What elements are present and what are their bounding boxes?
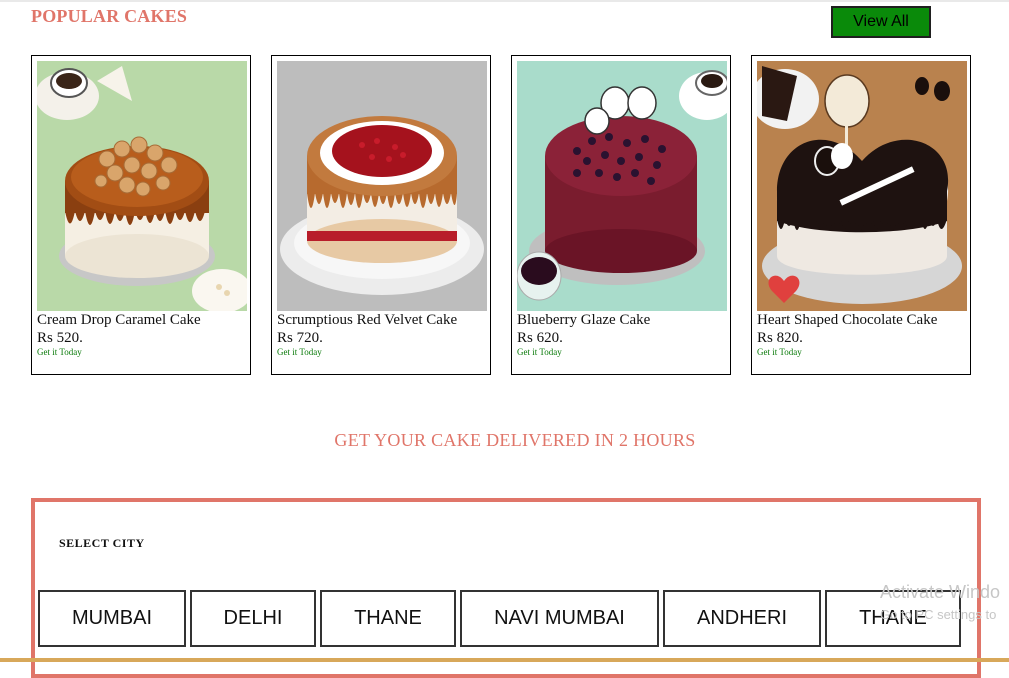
city-button-navi-mumbai[interactable]: NAVI MUMBAI [460, 590, 659, 647]
card-delivery-note: Get it Today [277, 347, 322, 357]
blueberry-cake-photo[interactable] [517, 61, 727, 311]
product-card-heart-chocolate[interactable]: Heart Shaped Chocolate Cake Rs 820. Get … [751, 55, 971, 375]
product-card-blueberry[interactable]: Blueberry Glaze Cake Rs 620. Get it Toda… [511, 55, 731, 375]
product-card-red-velvet[interactable]: Scrumptious Red Velvet Cake Rs 720. Get … [271, 55, 491, 375]
caramel-cake-photo[interactable] [37, 61, 247, 311]
card-price: Rs 520. [37, 330, 83, 346]
red-velvet-cake-photo[interactable] [277, 61, 487, 311]
city-button-thane[interactable]: THANE [320, 590, 456, 647]
card-delivery-note: Get it Today [37, 347, 82, 357]
top-divider [0, 0, 1009, 2]
activate-windows-watermark-subtext: Go to PC settings to [880, 607, 997, 622]
card-price: Rs 720. [277, 330, 323, 346]
card-price: Rs 620. [517, 330, 563, 346]
delivery-promo-heading: GET YOUR CAKE DELIVERED IN 2 HOURS [334, 430, 696, 450]
heart-chocolate-cake-photo[interactable] [757, 61, 967, 311]
activate-windows-watermark: Activate Windo [880, 582, 1001, 602]
product-card-caramel[interactable]: Cream Drop Caramel Cake Rs 520. Get it T… [31, 55, 251, 375]
section-title-popular-cakes: POPULAR CAKES [31, 6, 188, 26]
city-button-delhi[interactable]: DELHI [190, 590, 316, 647]
card-delivery-note: Get it Today [757, 347, 802, 357]
card-title[interactable]: Blueberry Glaze Cake [517, 312, 650, 329]
select-city-label: SELECT CITY [59, 536, 145, 550]
card-title[interactable]: Heart Shaped Chocolate Cake [757, 312, 937, 329]
bottom-strip [0, 658, 1009, 662]
card-price: Rs 820. [757, 330, 803, 346]
view-all-button[interactable]: View All [831, 6, 931, 38]
card-delivery-note: Get it Today [517, 347, 562, 357]
city-selector-panel: SELECT CITY MUMBAI DELHI THANE NAVI MUMB… [31, 498, 981, 678]
city-button-andheri[interactable]: ANDHERI [663, 590, 821, 647]
city-button-mumbai[interactable]: MUMBAI [38, 590, 186, 647]
card-title[interactable]: Scrumptious Red Velvet Cake [277, 312, 457, 329]
card-title[interactable]: Cream Drop Caramel Cake [37, 312, 201, 329]
